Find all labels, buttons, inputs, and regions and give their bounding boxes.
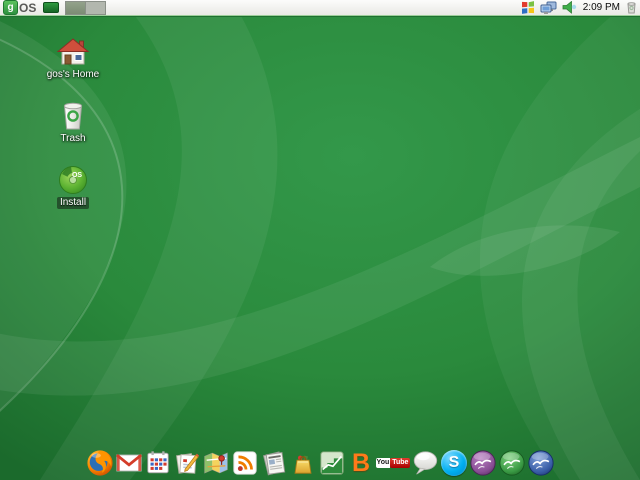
dock-item-gmail[interactable] <box>115 449 143 477</box>
trash-mini-icon[interactable] <box>626 1 637 14</box>
desktop-icon-label: Install <box>56 197 90 209</box>
dock-item-google-calendar[interactable] <box>144 449 172 477</box>
openoffice-impress-icon <box>469 449 497 477</box>
skype-icon: S <box>440 449 468 477</box>
reader-rss-icon <box>231 449 259 477</box>
dock-item-chat[interactable] <box>411 449 439 477</box>
updates-pinwheel-icon[interactable] <box>521 0 535 15</box>
install-disc-icon: OS <box>58 163 88 195</box>
youtube-tube-text: Tube <box>390 458 411 468</box>
gos-menu-button[interactable]: g OS <box>3 0 36 15</box>
dock-item-google-news[interactable] <box>260 449 288 477</box>
clock[interactable]: 2:09 PM <box>583 2 620 13</box>
dock-item-google-docs[interactable] <box>173 449 201 477</box>
dock-item-blogger[interactable]: B B <box>347 449 375 477</box>
dock-item-youtube[interactable]: YouTube YouTube <box>375 449 411 477</box>
finance-chart-icon <box>318 449 346 477</box>
desktop-icon-install[interactable]: OS Install <box>41 163 105 227</box>
workspace-1[interactable] <box>66 1 86 14</box>
home-icon <box>56 35 90 67</box>
svg-text:OS: OS <box>72 172 82 179</box>
desktop-icon-home[interactable]: gos's Home <box>41 35 105 99</box>
dock-item-firefox[interactable] <box>86 449 114 477</box>
workspace-switcher[interactable] <box>65 0 107 15</box>
dock-item-google-shopping[interactable] <box>289 449 317 477</box>
youtube-icon: You Tube <box>375 449 411 477</box>
desktop-icon-area: gos's Home Trash OS Install <box>41 35 105 227</box>
desktop-screen: g OS 2:09 PM gos's Home Trash OS Install… <box>0 0 640 480</box>
volume-speaker-icon[interactable] <box>562 1 577 14</box>
blogger-letter: B <box>351 449 371 477</box>
trash-icon <box>58 99 88 131</box>
desktop-icon-trash[interactable]: Trash <box>41 99 105 163</box>
dock-item-openoffice-impress[interactable] <box>469 449 497 477</box>
top-panel: g OS 2:09 PM <box>0 0 640 16</box>
dock-item-openoffice-writer[interactable] <box>527 449 555 477</box>
firefox-icon <box>86 449 114 477</box>
dock: B B YouTube YouTube <box>86 449 555 477</box>
youtube-you-text: You <box>375 458 391 468</box>
dock-item-google-reader[interactable] <box>231 449 259 477</box>
chat-bubble-icon <box>411 449 439 477</box>
news-icon <box>260 449 288 477</box>
dock-item-google-finance[interactable] <box>318 449 346 477</box>
openoffice-writer-icon <box>527 449 555 477</box>
dock-item-google-maps[interactable] <box>202 449 230 477</box>
docs-icon <box>173 449 201 477</box>
desktop-icon-label: Trash <box>60 133 86 144</box>
shopping-bag-icon <box>289 449 317 477</box>
show-desktop-applet[interactable] <box>43 2 60 13</box>
blogger-icon: B <box>347 449 375 477</box>
workspace-2[interactable] <box>85 1 106 14</box>
gos-logo-icon: g <box>3 0 18 15</box>
dock-item-openoffice-calc[interactable] <box>498 449 526 477</box>
network-monitors-icon[interactable] <box>540 1 557 15</box>
dock-item-skype[interactable]: S S <box>440 449 468 477</box>
gos-logo-text: OS <box>19 0 37 15</box>
gmail-icon <box>115 449 143 477</box>
openoffice-calc-icon <box>498 449 526 477</box>
maps-icon <box>202 449 230 477</box>
skype-letter: S <box>448 454 460 471</box>
calendar-icon <box>144 449 172 477</box>
desktop-icon-label: gos's Home <box>46 69 100 80</box>
